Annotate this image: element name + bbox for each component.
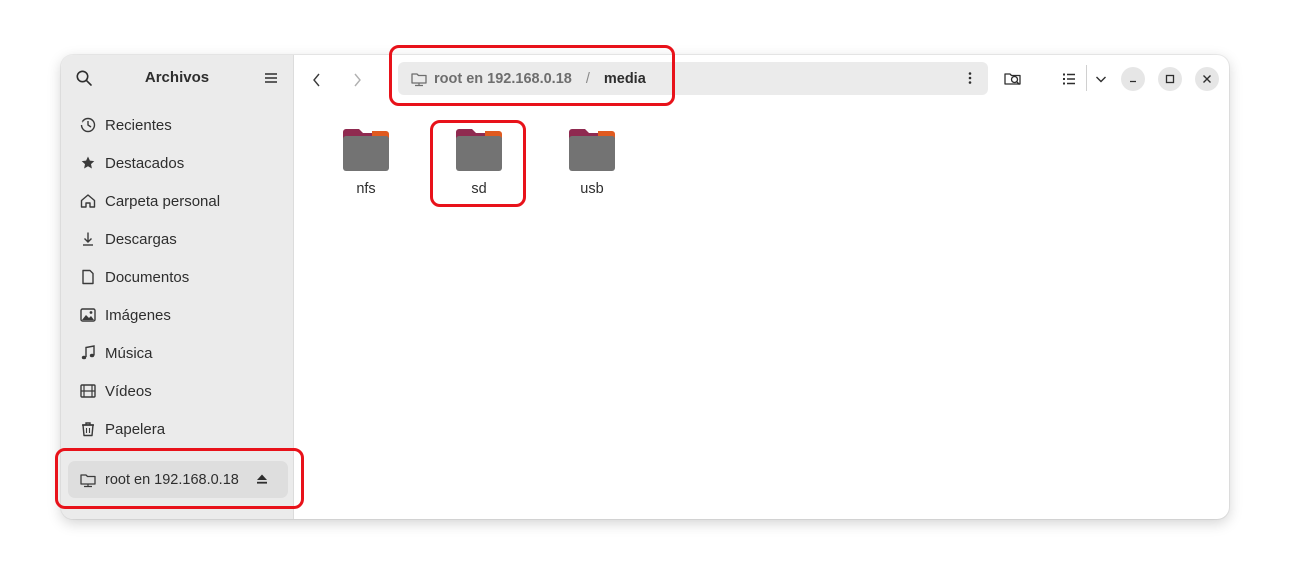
breadcrumb-current[interactable]: media	[604, 71, 646, 87]
clock-icon	[79, 116, 97, 134]
sidebar-item-imagenes[interactable]: Imágenes	[61, 296, 293, 334]
close-button[interactable]	[1195, 67, 1219, 91]
sidebar: Archivos Recientes Destacados Carpeta pe…	[61, 55, 294, 519]
folder-item-usb[interactable]: usb	[547, 127, 637, 207]
image-icon	[79, 306, 97, 324]
file-manager-window: Archivos Recientes Destacados Carpeta pe…	[61, 55, 1229, 519]
sidebar-item-network-mount[interactable]: root en 192.168.0.18	[68, 461, 288, 498]
sidebar-item-papelera[interactable]: Papelera	[61, 410, 293, 448]
sidebar-item-musica[interactable]: Música	[61, 334, 293, 372]
path-bar[interactable]: root en 192.168.0.18 / media	[398, 62, 988, 95]
sidebar-item-label: Carpeta personal	[105, 192, 221, 210]
minimize-button[interactable]	[1121, 67, 1145, 91]
breadcrumb-root[interactable]: root en 192.168.0.18	[434, 71, 572, 87]
sidebar-item-descargas[interactable]: Descargas	[61, 220, 293, 258]
video-icon	[79, 382, 97, 400]
search-in-folder-button[interactable]	[1001, 67, 1025, 91]
sidebar-item-label: Papelera	[105, 420, 166, 438]
sidebar-item-label: Imágenes	[105, 306, 171, 324]
sidebar-places: Recientes Destacados Carpeta personal De…	[61, 106, 293, 448]
star-icon	[79, 154, 97, 172]
main-pane: root en 192.168.0.18 / media nfs sd usb	[294, 55, 1229, 519]
view-button-separator	[1086, 65, 1087, 91]
maximize-icon	[1165, 74, 1175, 84]
back-button[interactable]	[304, 67, 330, 93]
close-icon	[1203, 75, 1211, 83]
sidebar-header: Archivos	[61, 55, 293, 101]
download-icon	[79, 230, 97, 248]
app-title: Archivos	[144, 69, 210, 86]
chevron-right-icon	[354, 73, 361, 87]
trash-icon	[79, 420, 97, 438]
eject-icon[interactable]	[256, 473, 268, 485]
sidebar-item-label: Recientes	[105, 116, 172, 134]
home-icon	[79, 192, 97, 210]
list-view-button[interactable]	[1057, 67, 1081, 91]
sidebar-item-label: Descargas	[105, 230, 177, 248]
folder-item-sd[interactable]: sd	[434, 127, 524, 207]
maximize-button[interactable]	[1158, 67, 1182, 91]
music-icon	[79, 344, 97, 362]
file-name: sd	[471, 181, 487, 197]
sidebar-item-carpeta-personal[interactable]: Carpeta personal	[61, 182, 293, 220]
sidebar-mount-label: root en 192.168.0.18	[105, 471, 239, 488]
chevron-left-icon	[313, 73, 320, 87]
file-name: nfs	[356, 181, 376, 197]
more-options-icon[interactable]	[962, 70, 978, 86]
file-name: usb	[580, 181, 604, 197]
folder-icon	[343, 129, 389, 171]
sidebar-item-label: Vídeos	[105, 382, 152, 400]
folder-search-icon	[1004, 73, 1021, 85]
view-options-dropdown[interactable]	[1089, 67, 1113, 91]
chevron-down-icon	[1096, 76, 1106, 83]
document-icon	[79, 268, 97, 286]
folder-icon	[569, 129, 615, 171]
forward-button[interactable]	[344, 67, 370, 93]
sidebar-item-documentos[interactable]: Documentos	[61, 258, 293, 296]
sidebar-separator	[61, 449, 293, 450]
list-view-icon	[1063, 73, 1075, 85]
network-folder-icon	[410, 70, 428, 88]
folder-icon	[456, 129, 502, 171]
sidebar-item-videos[interactable]: Vídeos	[61, 372, 293, 410]
sidebar-item-label: Música	[105, 344, 153, 362]
folder-item-nfs[interactable]: nfs	[321, 127, 411, 207]
sidebar-item-label: Destacados	[105, 154, 185, 172]
network-folder-icon	[79, 471, 97, 489]
sidebar-item-label: Documentos	[105, 268, 190, 286]
minimize-icon	[1130, 80, 1136, 83]
sidebar-item-recientes[interactable]: Recientes	[61, 106, 293, 144]
hamburger-menu-icon[interactable]	[263, 70, 279, 86]
breadcrumb-separator: /	[585, 70, 590, 87]
sidebar-item-destacados[interactable]: Destacados	[61, 144, 293, 182]
